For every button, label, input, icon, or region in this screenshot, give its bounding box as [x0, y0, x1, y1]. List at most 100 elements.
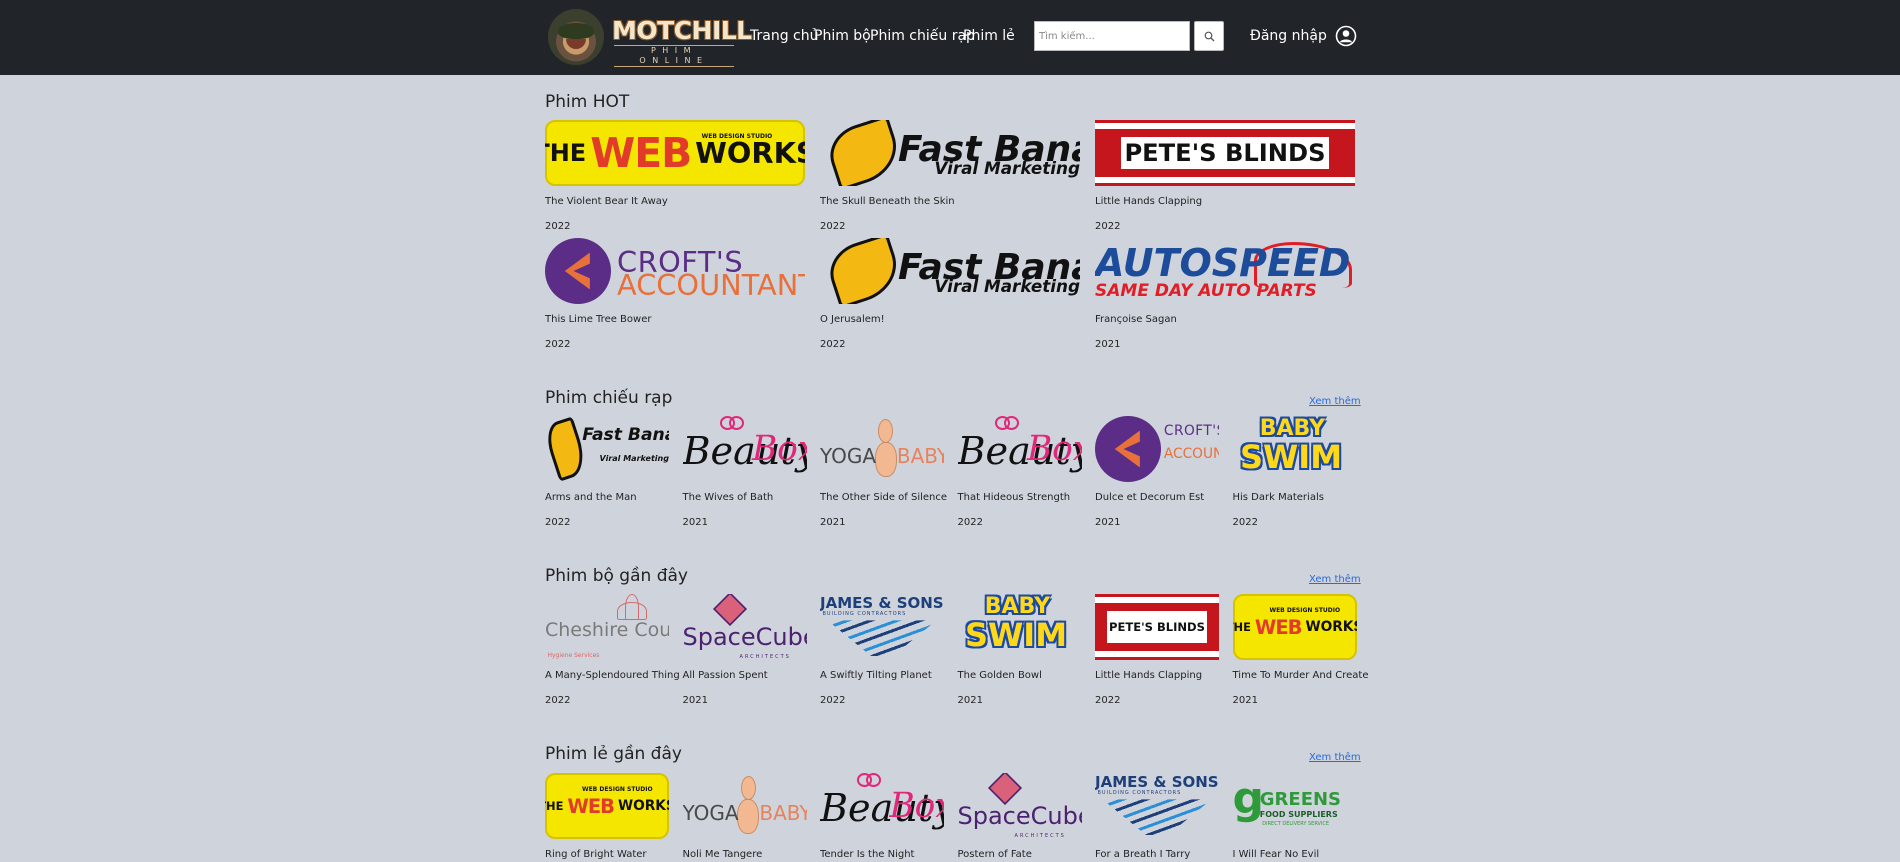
- movie-card[interactable]: PETE'S BLINDS Little Hands Clapping 2022: [1095, 594, 1219, 706]
- movie-card[interactable]: PETE'S BLINDS Little Hands Clapping 2022: [1095, 120, 1355, 232]
- movie-title[interactable]: The Skull Beneath the Skin: [820, 196, 955, 207]
- movie-poster[interactable]: THE WEB WORKS WEB DESIGN STUDIO: [545, 773, 669, 839]
- nav-home[interactable]: Trang chủ: [750, 28, 818, 44]
- movie-card[interactable]: YOGA BABY The Other Side of Silence 2021: [820, 416, 947, 528]
- movie-year: 2021: [1232, 695, 1258, 706]
- movie-poster[interactable]: YOGA BABY: [683, 773, 807, 839]
- movie-poster[interactable]: SpaceCube ARCHITECTS: [958, 773, 1082, 839]
- movie-card[interactable]: JAMES & SONS BUILDING CONTRACTORS A Swif…: [820, 594, 944, 706]
- see-more-theater-link[interactable]: Xem thêm: [1309, 396, 1361, 407]
- see-more-movies-link[interactable]: Xem thêm: [1309, 752, 1361, 763]
- movie-year: 2022: [820, 221, 846, 232]
- movie-card[interactable]: THE WEB WORKS WEB DESIGN STUDIO Ring of …: [545, 773, 669, 862]
- movie-title[interactable]: Noli Me Tangere: [683, 849, 763, 860]
- section-title-theater: Phim chiếu rạp: [545, 388, 673, 408]
- section-title-series: Phim bộ gần đây: [545, 566, 688, 586]
- movie-poster[interactable]: AUTOSPEED SAME DAY AUTO PARTS: [1095, 238, 1355, 304]
- movie-card[interactable]: SpaceCube ARCHITECTS Postern of Fate: [958, 773, 1082, 862]
- movie-card[interactable]: BABY SWIM His Dark Materials 2022: [1233, 416, 1357, 528]
- movie-poster[interactable]: g GREENS FOOD SUPPLIERS DIRECT DELIVERY …: [1233, 773, 1357, 839]
- movie-poster[interactable]: CROFT'S ACCOUNTANTS: [545, 238, 805, 304]
- logo-sub-text: PHIM ONLINE: [614, 45, 734, 67]
- movie-poster[interactable]: YOGA BABY: [820, 416, 944, 482]
- movie-year: 2021: [957, 695, 983, 706]
- movie-card[interactable]: YOGA BABY Noli Me Tangere: [683, 773, 807, 862]
- movie-poster[interactable]: Fast Banana Viral Marketing: [545, 416, 669, 482]
- movie-poster[interactable]: JAMES & SONS BUILDING CONTRACTORS: [820, 594, 944, 660]
- movie-card[interactable]: BABY SWIM The Golden Bowl 2021: [957, 594, 1082, 706]
- movie-poster[interactable]: BABY SWIM: [958, 594, 1082, 660]
- movie-card[interactable]: Cheshire County Hygiene Services A Many-…: [545, 594, 680, 706]
- movie-card[interactable]: CROFT'S ACCOUNTANTS Dulce et Decorum Est…: [1095, 416, 1219, 528]
- search-icon: [1204, 31, 1215, 42]
- nav-movies[interactable]: Phim lẻ: [963, 28, 1015, 44]
- movie-title[interactable]: O Jerusalem!: [820, 314, 885, 325]
- nav-theater[interactable]: Phim chiếu rạp: [870, 28, 975, 44]
- movie-title[interactable]: The Golden Bowl: [958, 670, 1042, 681]
- movie-title[interactable]: Postern of Fate: [958, 849, 1032, 860]
- movie-poster[interactable]: Fast Banana Viral Marketing: [820, 120, 1080, 186]
- movie-title[interactable]: Arms and the Man: [545, 492, 637, 503]
- movie-title[interactable]: That Hideous Strength: [958, 492, 1071, 503]
- movie-poster[interactable]: PETE'S BLINDS: [1095, 594, 1219, 660]
- movie-title[interactable]: This Lime Tree Bower: [545, 314, 651, 325]
- movie-title[interactable]: The Other Side of Silence: [820, 492, 947, 503]
- logo-main-text: MOTCHILL: [612, 16, 752, 45]
- movie-title[interactable]: Little Hands Clapping: [1095, 196, 1202, 207]
- nav-series[interactable]: Phim bộ: [814, 28, 871, 44]
- movie-title[interactable]: All Passion Spent: [683, 670, 768, 681]
- movie-year: 2021: [1095, 339, 1121, 350]
- movie-poster[interactable]: PETE'S BLINDS: [1095, 120, 1355, 186]
- movie-card[interactable]: JAMES & SONS BUILDING CONTRACTORS For a …: [1095, 773, 1219, 862]
- movie-year: 2022: [545, 517, 571, 528]
- movie-title[interactable]: Time To Murder And Create: [1233, 670, 1369, 681]
- movie-title[interactable]: Tender Is the Night: [820, 849, 914, 860]
- movie-card[interactable]: Beauty Box The Wives of Bath 2021: [683, 416, 807, 528]
- movie-card[interactable]: Fast Banana Viral Marketing The Skull Be…: [820, 120, 1080, 232]
- movie-card[interactable]: Fast Banana Viral Marketing O Jerusalem!…: [820, 238, 1080, 350]
- movie-poster[interactable]: SpaceCube ARCHITECTS: [683, 594, 807, 660]
- movie-card[interactable]: SpaceCube ARCHITECTS All Passion Spent 20…: [682, 594, 807, 706]
- movie-card[interactable]: THE WEB WORKS WEB DESIGN STUDIO Time To …: [1232, 594, 1368, 706]
- movie-title[interactable]: The Violent Bear It Away: [545, 196, 668, 207]
- movie-card[interactable]: THE WEB WORKS WEB DESIGN STUDIO The Viol…: [545, 120, 805, 232]
- movie-poster[interactable]: BABY SWIM: [1233, 416, 1357, 482]
- movie-title[interactable]: For a Breath I Tarry: [1095, 849, 1190, 860]
- movie-card[interactable]: g GREENS FOOD SUPPLIERS DIRECT DELIVERY …: [1233, 773, 1357, 862]
- section-title-movies: Phim lẻ gần đây: [545, 744, 682, 764]
- movie-poster[interactable]: JAMES & SONS BUILDING CONTRACTORS: [1095, 773, 1219, 839]
- movie-card[interactable]: Beauty Box Tender Is the Night: [820, 773, 944, 862]
- movie-title[interactable]: Dulce et Decorum Est: [1095, 492, 1204, 503]
- search-button[interactable]: [1194, 21, 1224, 51]
- login-link[interactable]: Đăng nhập: [1250, 28, 1327, 44]
- user-account-icon[interactable]: [1335, 25, 1357, 47]
- movie-poster[interactable]: THE WEB WORKS WEB DESIGN STUDIO: [1232, 594, 1357, 660]
- movie-title[interactable]: Little Hands Clapping: [1095, 670, 1202, 681]
- movie-year: 2022: [820, 695, 846, 706]
- movie-poster[interactable]: Cheshire County Hygiene Services: [545, 594, 669, 660]
- movie-title[interactable]: Ring of Bright Water: [545, 849, 647, 860]
- movie-poster[interactable]: CROFT'S ACCOUNTANTS: [1095, 416, 1219, 482]
- movie-title[interactable]: A Swiftly Tilting Planet: [820, 670, 932, 681]
- movie-title[interactable]: I Will Fear No Evil: [1233, 849, 1320, 860]
- search-input[interactable]: [1034, 21, 1190, 51]
- site-logo[interactable]: MOTCHILL PHIM ONLINE: [548, 8, 752, 67]
- movie-poster[interactable]: Beauty Box: [958, 416, 1082, 482]
- movie-card[interactable]: CROFT'S ACCOUNTANTS This Lime Tree Bower…: [545, 238, 805, 350]
- movie-poster[interactable]: Fast Banana Viral Marketing: [820, 238, 1080, 304]
- movie-title[interactable]: A Many-Splendoured Thing: [545, 670, 680, 681]
- movie-year: 2022: [1095, 695, 1121, 706]
- movie-title[interactable]: The Wives of Bath: [683, 492, 774, 503]
- movie-card[interactable]: AUTOSPEED SAME DAY AUTO PARTS Françoise …: [1095, 238, 1355, 350]
- movie-title[interactable]: Françoise Sagan: [1095, 314, 1177, 325]
- movie-year: 2021: [682, 695, 708, 706]
- movie-card[interactable]: Fast Banana Viral Marketing Arms and the…: [545, 416, 669, 528]
- movie-year: 2022: [957, 517, 983, 528]
- see-more-series-link[interactable]: Xem thêm: [1309, 574, 1361, 585]
- movie-poster[interactable]: THE WEB WORKS WEB DESIGN STUDIO: [545, 120, 805, 186]
- movie-poster[interactable]: Beauty Box: [683, 416, 807, 482]
- movie-poster[interactable]: Beauty Box: [820, 773, 944, 839]
- movie-year: 2022: [820, 339, 846, 350]
- movie-card[interactable]: Beauty Box That Hideous Strength 2022: [957, 416, 1082, 528]
- movie-title[interactable]: His Dark Materials: [1233, 492, 1324, 503]
